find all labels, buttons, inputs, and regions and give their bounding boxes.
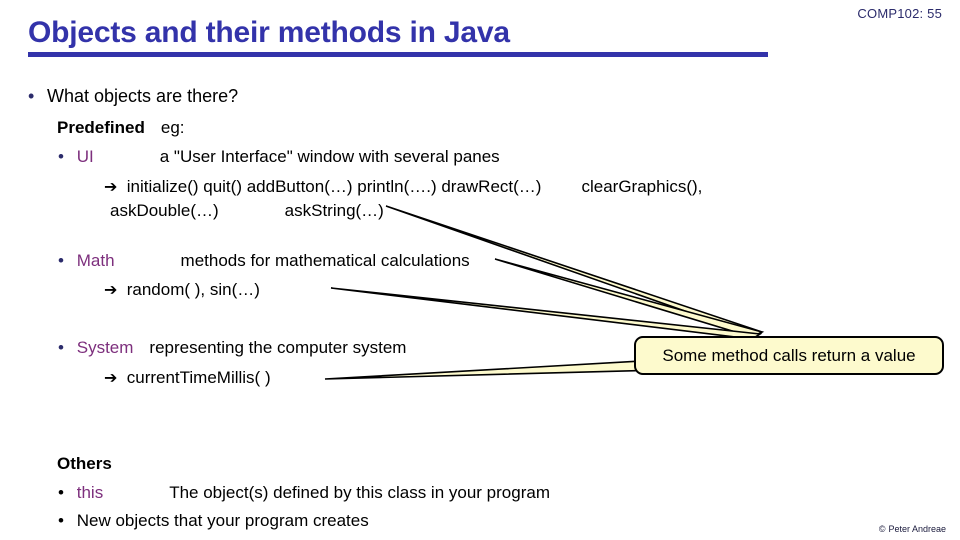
ui-methods-line-2: askDouble(…) askString(…)	[110, 201, 384, 221]
callout-tail-2	[494, 258, 765, 338]
ui-methods-line-1: initialize() quit() addButton(…) println…	[104, 177, 703, 198]
new-objects-description: New objects that your program creates	[76, 511, 369, 530]
ui-methods-1b: clearGraphics(),	[581, 177, 703, 196]
copyright-icon: ©	[878, 524, 886, 534]
predefined-eg: eg:	[160, 118, 185, 137]
predefined-heading: Predefined eg:	[57, 118, 185, 138]
ui-description: a "User Interface" window with several p…	[159, 147, 500, 166]
list-item-ui: UI a "User Interface" window with several…	[58, 147, 500, 167]
ui-methods-2: askDouble(…)	[110, 201, 219, 220]
list-item-this: this The object(s) defined by this class …	[58, 483, 550, 503]
ui-keyword: UI	[76, 147, 94, 166]
footer-credit: © Peter Andreae	[879, 524, 946, 534]
bullet-what-objects-label: What objects are there?	[47, 86, 239, 106]
this-description: The object(s) defined by this class in y…	[169, 483, 550, 502]
ui-methods-2b: askString(…)	[284, 201, 384, 220]
math-description: methods for mathematical calculations	[180, 251, 470, 270]
system-methods: currentTimeMillis( )	[126, 368, 271, 387]
system-keyword: System	[76, 338, 134, 357]
others-label: Others	[57, 454, 112, 473]
others-heading: Others	[57, 454, 112, 474]
system-description: representing the computer system	[149, 338, 407, 357]
this-keyword: this	[76, 483, 104, 502]
title-underline-rule	[28, 52, 768, 57]
callout-box: Some method calls return a value	[634, 336, 944, 375]
ui-methods-1: initialize() quit() addButton(…) println…	[126, 177, 542, 196]
callout-tail-3	[330, 287, 763, 340]
callout-tail-4	[324, 359, 662, 380]
list-item-new-objects: New objects that your program creates	[58, 511, 369, 531]
slide-number: COMP102: 55	[857, 6, 942, 21]
footer-author: Peter Andreae	[888, 524, 946, 534]
math-methods: random( ), sin(…)	[126, 280, 260, 299]
bullet-what-objects: What objects are there?	[28, 86, 238, 107]
math-keyword: Math	[76, 251, 115, 270]
list-item-system: System representing the computer system	[58, 338, 407, 358]
system-methods-line: currentTimeMillis( )	[104, 368, 271, 389]
list-item-math: Math methods for mathematical calculation…	[58, 251, 470, 271]
predefined-label: Predefined	[57, 118, 145, 137]
callout-text: Some method calls return a value	[662, 345, 916, 365]
page-title: Objects and their methods in Java	[28, 16, 510, 49]
slide: COMP102: 55 Objects and their methods in…	[0, 0, 960, 540]
math-methods-line: random( ), sin(…)	[104, 280, 260, 301]
